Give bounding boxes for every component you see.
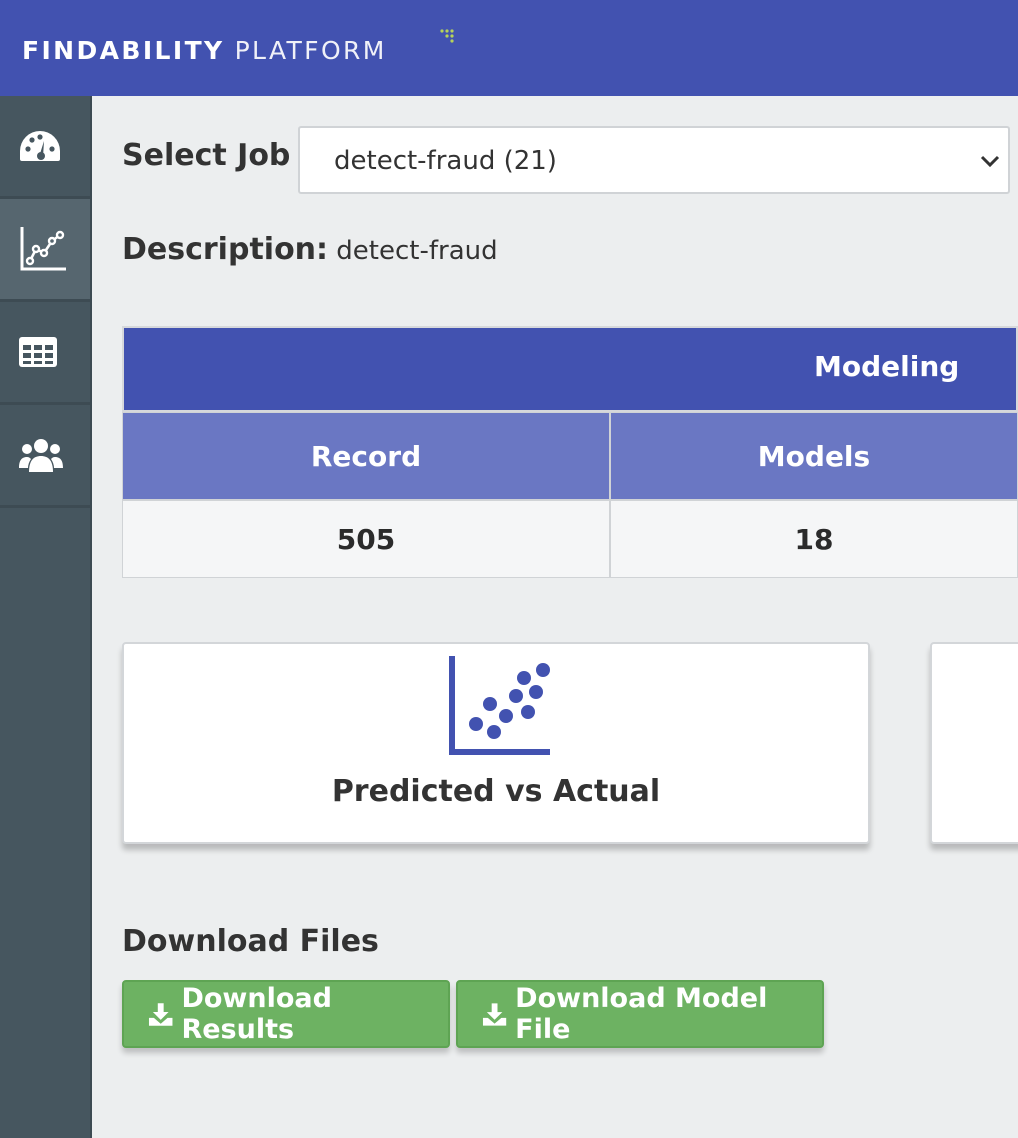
sidebar-item-charts[interactable] [0,199,90,302]
modeling-table: Modeling Record Models 505 18 [122,326,1018,578]
chevron-down-icon [980,155,1000,168]
predicted-vs-actual-card[interactable]: Predicted vs Actual [122,642,870,844]
column-header-record: Record [122,412,610,500]
download-icon [482,1003,507,1026]
job-description: Description: detect-fraud [122,232,498,267]
secondary-card[interactable] [930,642,1018,844]
table-header-row: Record Models [122,412,1018,500]
download-results-button[interactable]: Download Results [122,980,450,1048]
job-select-value: detect-fraud (21) [334,146,557,176]
download-model-file-button[interactable]: Download Model File [456,980,824,1048]
download-results-label: Download Results [181,983,332,1045]
job-select[interactable]: detect-fraud (21) [298,126,1010,194]
download-icon [148,1003,173,1026]
table-grid-icon [19,337,57,367]
download-model-file-label: Download Model File [515,983,768,1045]
main-content: Select Job detect-fraud (21) Description… [92,96,1018,1138]
description-value: detect-fraud [336,236,498,266]
users-group-icon [19,439,63,472]
description-label: Description: [122,232,329,267]
column-header-models: Models [610,412,1018,500]
logo-dots-icon [440,29,454,43]
select-job-label: Select Job [122,138,291,173]
scatter-plot-icon [449,656,550,755]
scatter-chart-icon [20,227,66,271]
top-header: FINDABILITY PLATFORM [0,0,1018,96]
download-files-title: Download Files [122,924,379,959]
sidebar-nav [0,96,92,1138]
dashboard-gauge-icon [20,131,60,161]
record-count-cell: 505 [122,500,610,578]
sidebar-item-dashboard[interactable] [0,96,90,199]
brand-logo[interactable]: FINDABILITY PLATFORM [22,36,387,65]
modeling-group-header: Modeling [122,326,1018,412]
brand-name-bold: FINDABILITY [22,36,225,65]
models-count-cell: 18 [610,500,1018,578]
sidebar-item-users[interactable] [0,405,90,508]
modeling-header-label: Modeling [814,350,960,383]
brand-name-light: PLATFORM [234,36,387,65]
table-row: 505 18 [122,500,1018,578]
sidebar-item-tables[interactable] [0,302,90,405]
predicted-vs-actual-label: Predicted vs Actual [331,774,661,809]
